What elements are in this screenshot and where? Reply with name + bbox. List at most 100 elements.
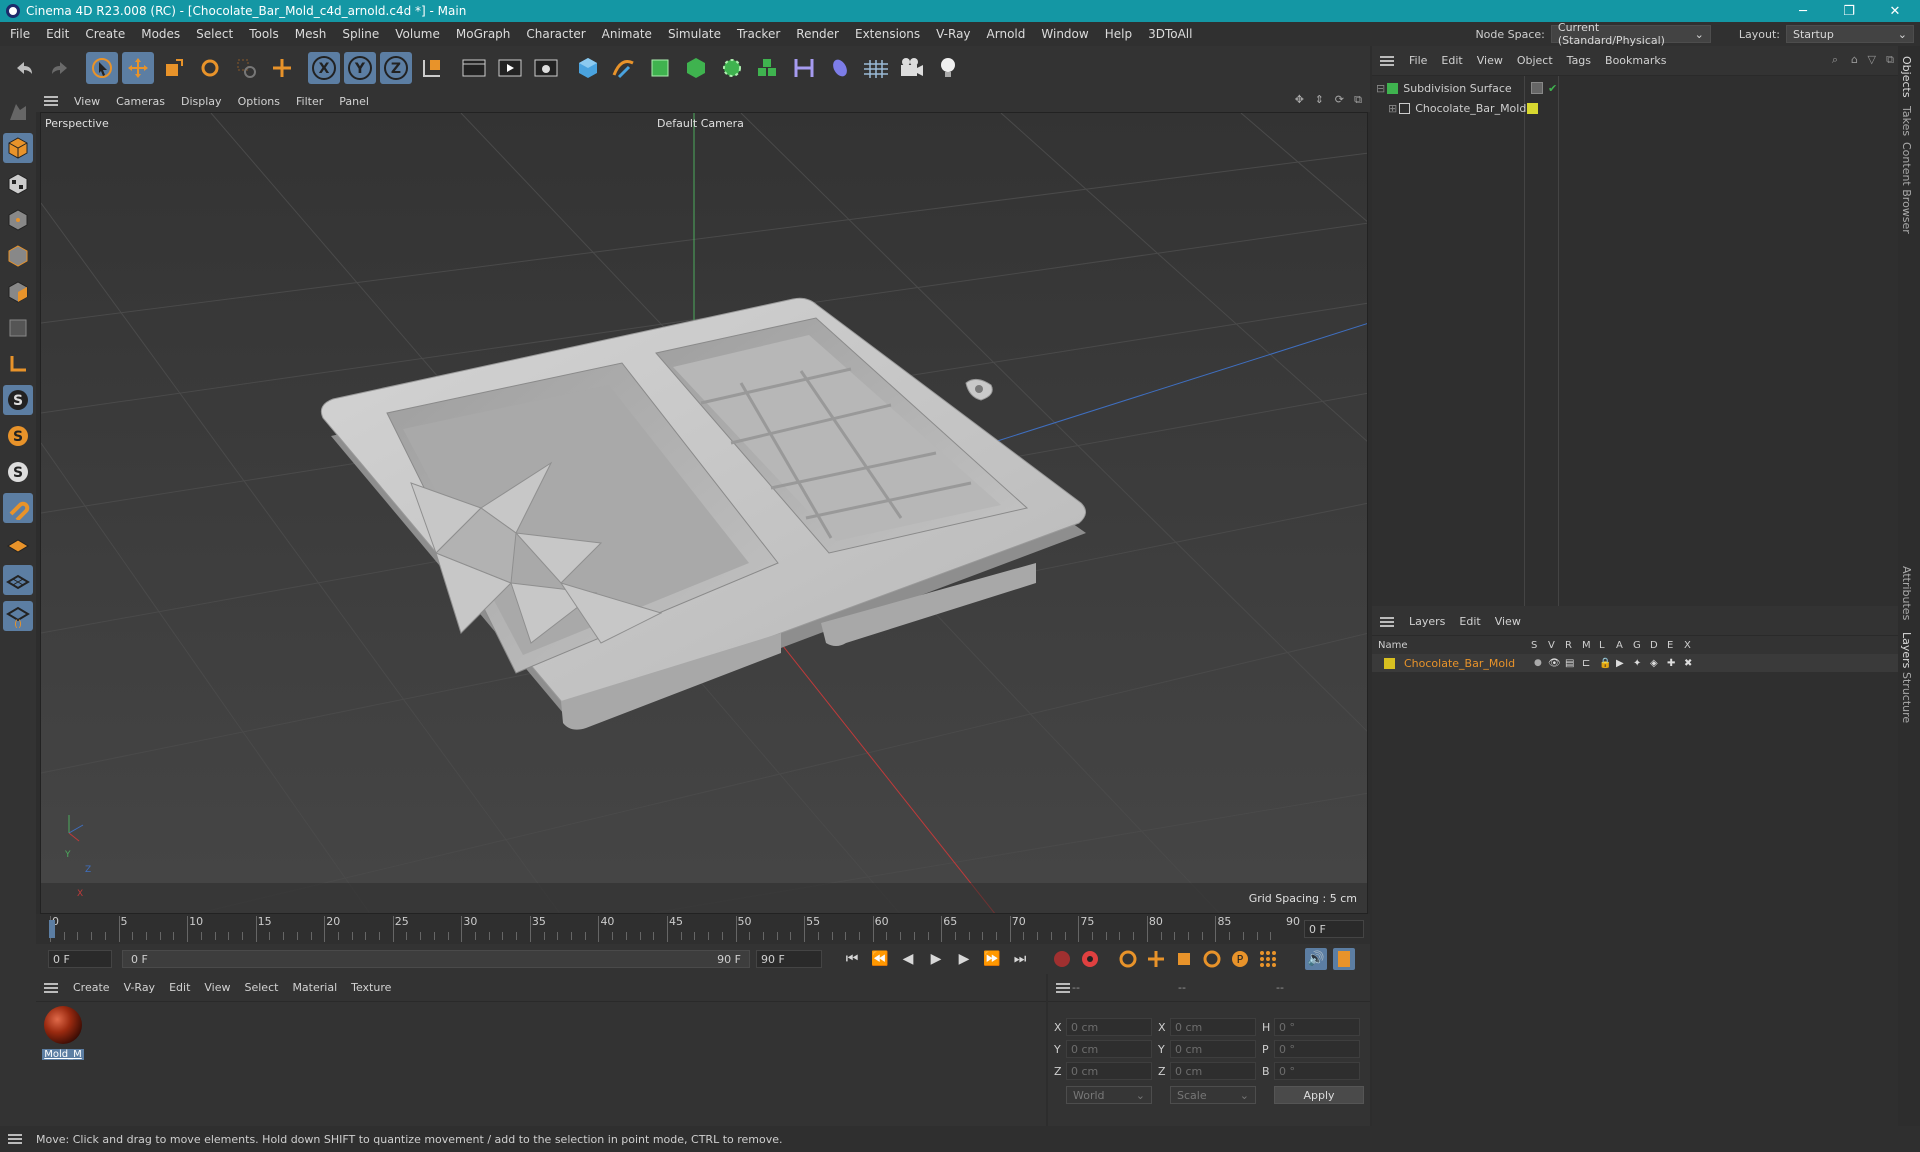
size-z-field[interactable]: 0 cm: [1170, 1062, 1256, 1080]
layer-generators-icon[interactable]: ✦: [1633, 658, 1641, 669]
current-frame-field[interactable]: 0 F: [1304, 920, 1364, 938]
menu-simulate[interactable]: Simulate: [660, 27, 729, 41]
node-space-dropdown[interactable]: Current (Standard/Physical) ⌄: [1550, 21, 1711, 47]
object-menu-bookmarks[interactable]: Bookmarks: [1598, 54, 1673, 67]
position-z-field[interactable]: 0 cm: [1066, 1062, 1152, 1080]
tree-expand-icon[interactable]: ⊟: [1376, 82, 1385, 95]
menu-edit[interactable]: Edit: [38, 27, 77, 41]
viewport-menu-cameras[interactable]: Cameras: [108, 95, 173, 108]
viewport-menu-view[interactable]: View: [66, 95, 108, 108]
viewport-menu-panel[interactable]: Panel: [331, 95, 377, 108]
object-menu-object[interactable]: Object: [1510, 54, 1560, 67]
floor-icon[interactable]: [860, 52, 892, 84]
layer-visible-icon[interactable]: 👁: [1548, 658, 1561, 669]
tab-structure[interactable]: Structure: [1900, 672, 1913, 723]
undo-icon[interactable]: [8, 52, 40, 84]
menu-mesh[interactable]: Mesh: [287, 27, 335, 41]
record-keys-icon[interactable]: [1051, 948, 1073, 970]
cloner-icon[interactable]: [716, 52, 748, 84]
home-icon[interactable]: ⌂: [1851, 53, 1858, 66]
keyframe-selection-icon[interactable]: [1117, 948, 1139, 970]
material-menu-material[interactable]: Material: [285, 981, 344, 994]
restore-button[interactable]: ❐: [1826, 0, 1872, 22]
preview-range-slider[interactable]: 0 F 90 F: [122, 950, 750, 968]
tab-takes[interactable]: Takes: [1900, 106, 1913, 136]
object-manager-hamburger-icon[interactable]: [1380, 55, 1394, 66]
rotation-p-field[interactable]: 0 °: [1274, 1040, 1360, 1058]
previous-key-icon[interactable]: ⏪: [869, 948, 891, 970]
axis-mode-icon[interactable]: [3, 349, 33, 379]
apply-button[interactable]: Apply: [1274, 1086, 1364, 1104]
material-menu-view[interactable]: View: [197, 981, 237, 994]
layer-solo-icon[interactable]: ●: [1534, 658, 1542, 668]
object-row-mold[interactable]: ⊞ Chocolate_Bar_Mold: [1388, 100, 1538, 116]
menu-spline[interactable]: Spline: [334, 27, 387, 41]
snap-icon[interactable]: S: [3, 385, 33, 415]
close-button[interactable]: ✕: [1872, 0, 1918, 22]
start-frame-field[interactable]: 0 F: [48, 950, 112, 968]
grid-workplane-icon[interactable]: [3, 565, 33, 595]
layer-render-icon[interactable]: ▤: [1565, 658, 1574, 669]
material-menu-texture[interactable]: Texture: [344, 981, 398, 994]
tab-attributes[interactable]: Attributes: [1900, 566, 1913, 620]
3d-viewport[interactable]: Perspective Default Camera Grid Spacing …: [40, 112, 1368, 914]
menu-arnold[interactable]: Arnold: [979, 27, 1034, 41]
layer-color-tag[interactable]: [1527, 102, 1538, 114]
move-tool-icon[interactable]: [122, 52, 154, 84]
rotation-h-field[interactable]: 0 °: [1274, 1018, 1360, 1036]
menu-render[interactable]: Render: [788, 27, 847, 41]
object-menu-file[interactable]: File: [1402, 54, 1434, 67]
size-mode-dropdown[interactable]: Scale ⌄: [1170, 1086, 1256, 1104]
texture-mode-icon[interactable]: [3, 169, 33, 199]
transform-tool-icon[interactable]: [266, 52, 298, 84]
layer-manager-icon[interactable]: ⊏: [1582, 658, 1590, 669]
layer-xrefs-icon[interactable]: ✖: [1684, 658, 1692, 669]
position-x-field[interactable]: 0 cm: [1066, 1018, 1152, 1036]
render-picture-viewer-icon[interactable]: [494, 52, 526, 84]
key-scale-icon[interactable]: [1173, 948, 1195, 970]
field-icon[interactable]: [824, 52, 856, 84]
next-frame-icon[interactable]: ▶: [953, 948, 975, 970]
menu-animate[interactable]: Animate: [594, 27, 660, 41]
polygons-mode-icon[interactable]: [3, 277, 33, 307]
position-y-field[interactable]: 0 cm: [1066, 1040, 1152, 1058]
layer-animation-icon[interactable]: ▶: [1616, 658, 1624, 669]
size-y-field[interactable]: 0 cm: [1170, 1040, 1256, 1058]
material-hamburger-icon[interactable]: [44, 982, 58, 993]
layer-menu-layers[interactable]: Layers: [1402, 615, 1452, 628]
next-key-icon[interactable]: ⏩: [981, 948, 1003, 970]
menu-select[interactable]: Select: [188, 27, 241, 41]
minimize-button[interactable]: ─: [1780, 0, 1826, 22]
material-menu-vray[interactable]: V-Ray: [117, 981, 163, 994]
layer-menu-edit[interactable]: Edit: [1452, 615, 1487, 628]
mograph-array-icon[interactable]: [752, 52, 784, 84]
menu-file[interactable]: File: [2, 27, 38, 41]
cube-primitive-icon[interactable]: [572, 52, 604, 84]
coordinate-system-icon[interactable]: [416, 52, 448, 84]
material-menu-create[interactable]: Create: [66, 981, 117, 994]
menu-mograph[interactable]: MoGraph: [448, 27, 519, 41]
viewport-camera-name[interactable]: Default Camera: [657, 117, 744, 130]
previous-frame-icon[interactable]: ◀: [897, 948, 919, 970]
key-rotation-icon[interactable]: [1201, 948, 1223, 970]
material-menu-select[interactable]: Select: [238, 981, 286, 994]
key-parameter-icon[interactable]: P: [1229, 948, 1251, 970]
menu-create[interactable]: Create: [77, 27, 133, 41]
layer-deformers-icon[interactable]: ◈: [1650, 658, 1658, 669]
camera-icon[interactable]: [896, 52, 928, 84]
filter-icon[interactable]: ▽: [1868, 53, 1876, 66]
menu-tracker[interactable]: Tracker: [729, 27, 788, 41]
object-row-subdivision[interactable]: ⊟ Subdivision Surface ✔: [1376, 80, 1557, 96]
new-window-icon[interactable]: ⧉: [1886, 53, 1894, 67]
object-menu-edit[interactable]: Edit: [1434, 54, 1469, 67]
x-axis-lock-icon[interactable]: X: [308, 52, 340, 84]
magnet-icon[interactable]: [3, 493, 33, 523]
object-menu-view[interactable]: View: [1470, 54, 1510, 67]
y-axis-lock-icon[interactable]: Y: [344, 52, 376, 84]
rotate-tool-icon[interactable]: [194, 52, 226, 84]
make-editable-icon[interactable]: [3, 97, 33, 127]
subdivision-surface-icon[interactable]: [644, 52, 676, 84]
enabled-check-icon[interactable]: ✔: [1548, 82, 1557, 95]
coordinate-space-dropdown[interactable]: World ⌄: [1066, 1086, 1152, 1104]
menu-3dtoall[interactable]: 3DToAll: [1140, 27, 1200, 41]
